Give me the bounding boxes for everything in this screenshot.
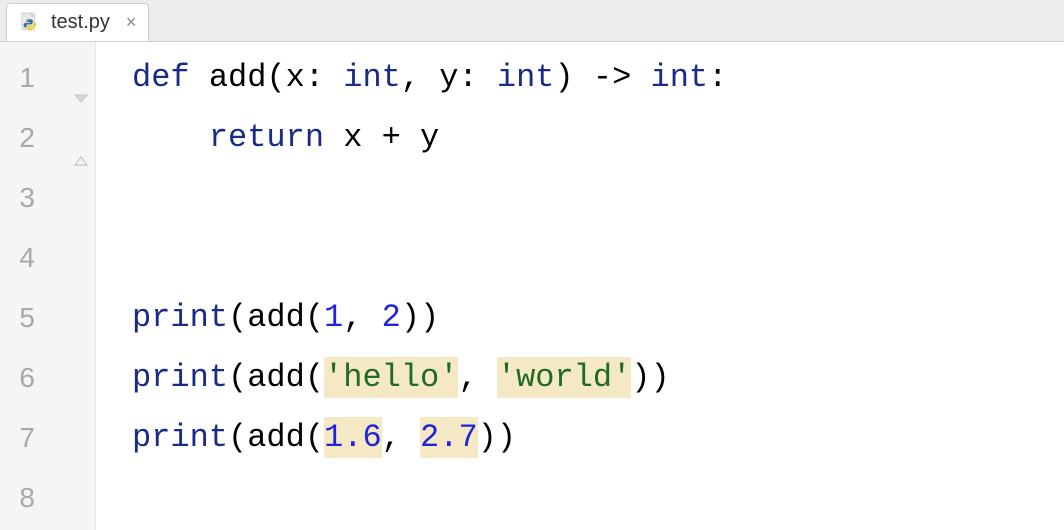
- python-file-icon: [19, 12, 41, 34]
- code-line-5[interactable]: print(add(1, 2)): [132, 288, 1064, 348]
- editor-area[interactable]: 1 2 3 4 5 6 7 8 def add(x: int, y: int) …: [0, 42, 1064, 530]
- code-column[interactable]: def add(x: int, y: int) -> int: return x…: [96, 42, 1064, 530]
- number-literal-warning: 1.6: [324, 417, 382, 458]
- gutter-line-7[interactable]: 7: [0, 408, 95, 468]
- code-line-8[interactable]: [132, 468, 1064, 528]
- string-literal-warning: 'hello': [324, 357, 458, 398]
- builtin-print: print: [132, 419, 228, 456]
- type-int: int: [650, 59, 708, 96]
- gutter-line-3[interactable]: 3: [0, 168, 95, 228]
- gutter-line-8[interactable]: 8: [0, 468, 95, 528]
- line-number: 8: [19, 482, 35, 513]
- number-literal: 1: [324, 299, 343, 336]
- tab-filename: test.py: [51, 11, 110, 34]
- gutter-line-6[interactable]: 6: [0, 348, 95, 408]
- code-line-1[interactable]: def add(x: int, y: int) -> int:: [132, 48, 1064, 108]
- line-number: 2: [19, 122, 35, 153]
- builtin-print: print: [132, 299, 228, 336]
- number-literal: 2: [382, 299, 401, 336]
- gutter-line-1[interactable]: 1: [0, 48, 95, 108]
- gutter: 1 2 3 4 5 6 7 8: [0, 42, 96, 530]
- line-number: 4: [19, 242, 35, 273]
- code-line-7[interactable]: print(add(1.6, 2.7)): [132, 408, 1064, 468]
- tab-active[interactable]: test.py ×: [6, 3, 149, 41]
- line-number: 7: [19, 422, 35, 453]
- keyword-def: def: [132, 59, 190, 96]
- fold-start-icon[interactable]: [73, 70, 89, 86]
- number-literal-warning: 2.7: [420, 417, 478, 458]
- line-number: 1: [19, 62, 35, 93]
- tab-bar: test.py ×: [0, 0, 1064, 42]
- code-line-3[interactable]: [132, 168, 1064, 228]
- function-name: add: [209, 59, 267, 96]
- gutter-line-2[interactable]: 2: [0, 108, 95, 168]
- keyword-return: return: [209, 119, 324, 156]
- code-line-4[interactable]: [132, 228, 1064, 288]
- code-line-6[interactable]: print(add('hello', 'world')): [132, 348, 1064, 408]
- builtin-print: print: [132, 359, 228, 396]
- type-int: int: [497, 59, 555, 96]
- gutter-line-4[interactable]: 4: [0, 228, 95, 288]
- code-line-2[interactable]: return x + y: [132, 108, 1064, 168]
- fold-end-icon[interactable]: [73, 130, 89, 146]
- tab-close-icon[interactable]: ×: [120, 12, 137, 33]
- line-number: 6: [19, 362, 35, 393]
- type-int: int: [343, 59, 401, 96]
- string-literal-warning: 'world': [497, 357, 631, 398]
- line-number: 3: [19, 182, 35, 213]
- line-number: 5: [19, 302, 35, 333]
- gutter-line-5[interactable]: 5: [0, 288, 95, 348]
